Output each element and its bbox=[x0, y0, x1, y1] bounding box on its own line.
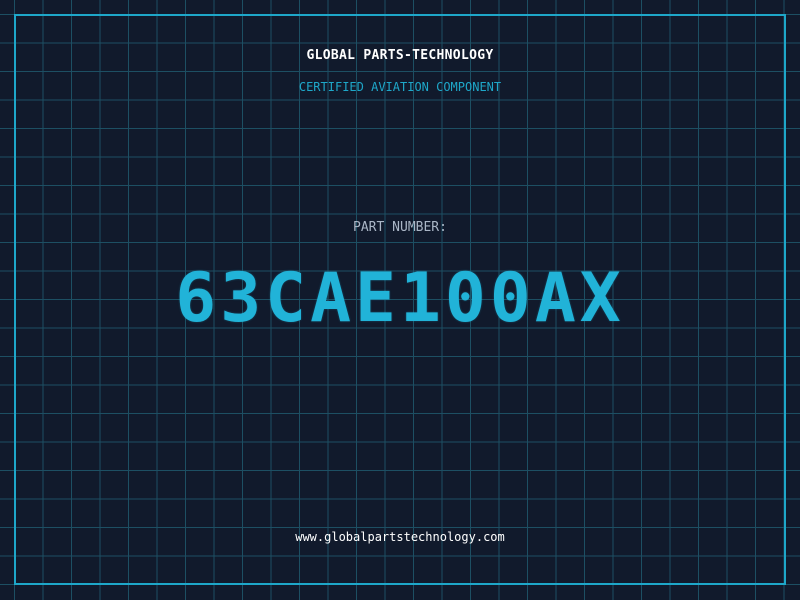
grid-canvas: GLOBAL PARTS-TECHNOLOGY CERTIFIED AVIATI… bbox=[0, 0, 800, 600]
part-number-label: PART NUMBER: bbox=[353, 220, 447, 235]
certification-subtitle: CERTIFIED AVIATION COMPONENT bbox=[298, 80, 502, 94]
part-number-value: 63CAE100AX bbox=[175, 259, 625, 338]
website-url[interactable]: www.globalpartstechnology.com bbox=[0, 530, 800, 544]
company-name: GLOBAL PARTS-TECHNOLOGY bbox=[306, 48, 494, 63]
